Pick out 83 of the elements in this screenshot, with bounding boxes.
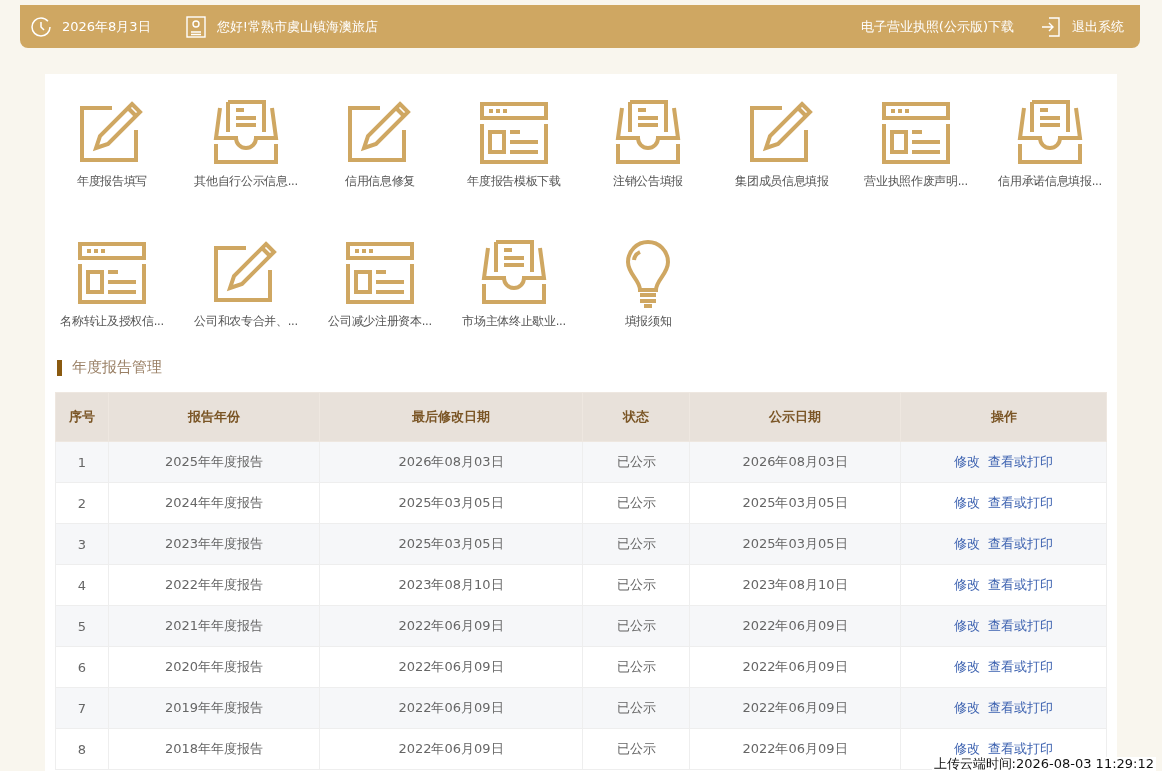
table-cell: 2025年03月05日: [689, 523, 901, 565]
view-print-link[interactable]: 查看或打印: [988, 659, 1053, 674]
table-cell: 2019年年度报告: [108, 687, 320, 729]
table-cell: 2023年08月10日: [319, 564, 583, 606]
shortcut-link[interactable]: 公司减少注册资本...: [328, 314, 432, 329]
table-cell: 已公示: [582, 646, 690, 688]
table-cell: 7: [55, 687, 109, 729]
edit-link[interactable]: 修改: [954, 659, 980, 674]
table-cell: 6: [55, 646, 109, 688]
table-cell: 2022年06月09日: [319, 605, 583, 647]
table-cell: 已公示: [582, 687, 690, 729]
table-cell: 已公示: [582, 728, 690, 770]
table-cell: 已公示: [582, 523, 690, 565]
table-cell: 2018年年度报告: [108, 728, 320, 770]
shortcut-link[interactable]: 营业执照作废声明...: [864, 174, 968, 189]
shortcut-link[interactable]: 信用信息修复: [344, 174, 416, 189]
table-cell: 3: [55, 523, 109, 565]
table-cell: 2: [55, 482, 109, 524]
shortcut-link[interactable]: 信用承诺信息填报...: [998, 174, 1102, 189]
upload-timestamp: 上传云端时间:2026-08-03 11:29:12: [931, 757, 1156, 771]
table-cell: 2022年年度报告: [108, 564, 320, 606]
table-cell: 2022年06月09日: [689, 605, 901, 647]
clock-icon: [30, 15, 52, 38]
table-cell: 4: [55, 564, 109, 606]
table-cell: 已公示: [582, 482, 690, 524]
view-print-link[interactable]: 查看或打印: [988, 536, 1053, 551]
table-cell: 2023年08月10日: [689, 564, 901, 606]
shortcut-link[interactable]: 年度报告填写: [76, 174, 148, 189]
table-cell: 2022年06月09日: [319, 687, 583, 729]
table-cell: 2022年06月09日: [689, 646, 901, 688]
shortcut-link[interactable]: 名称转让及授权信...: [60, 314, 164, 329]
column-header: 序号: [55, 392, 109, 442]
table-cell: 已公示: [582, 605, 690, 647]
view-print-link[interactable]: 查看或打印: [988, 618, 1053, 633]
table-cell: 2025年03月05日: [319, 523, 583, 565]
edit-link[interactable]: 修改: [954, 618, 980, 633]
column-header: 公示日期: [689, 392, 901, 442]
table-cell: 2026年08月03日: [689, 441, 901, 483]
current-date: 2026年8月3日: [62, 17, 151, 36]
view-print-link[interactable]: 查看或打印: [988, 454, 1053, 469]
table-cell: 已公示: [582, 441, 690, 483]
shortcut-link[interactable]: 公司和农专合并、...: [194, 314, 298, 329]
table-cell: 2022年06月09日: [689, 728, 901, 770]
greeting-text: 您好!常熟市虞山镇海澳旅店: [216, 17, 378, 36]
shortcut-link[interactable]: 注销公告填报: [612, 174, 684, 189]
shortcut-link[interactable]: 其他自行公示信息...: [194, 174, 298, 189]
view-print-link[interactable]: 查看或打印: [988, 700, 1053, 715]
table-cell: 2025年年度报告: [108, 441, 320, 483]
shortcut-link[interactable]: 年度报告模板下载: [467, 174, 561, 189]
table-cell: 2026年08月03日: [319, 441, 583, 483]
shortcut-link[interactable]: 集团成员信息填报: [735, 174, 829, 189]
column-header: 操作: [900, 392, 1107, 442]
column-header: 最后修改日期: [319, 392, 583, 442]
view-print-link[interactable]: 查看或打印: [988, 577, 1053, 592]
table-cell: 5: [55, 605, 109, 647]
edit-link[interactable]: 修改: [954, 700, 980, 715]
section-marker: [57, 359, 62, 376]
edit-link[interactable]: 修改: [954, 577, 980, 592]
logout-icon: [1040, 15, 1062, 38]
view-print-link[interactable]: 查看或打印: [988, 495, 1053, 510]
table-cell: 8: [55, 728, 109, 770]
table-cell: 1: [55, 441, 109, 483]
shortcut-link[interactable]: 市场主体终止歇业...: [462, 314, 566, 329]
edit-link[interactable]: 修改: [954, 454, 980, 469]
table-cell: 2023年年度报告: [108, 523, 320, 565]
shortcut-link[interactable]: 填报须知: [624, 314, 672, 329]
table-cell: 已公示: [582, 564, 690, 606]
section-title: 年度报告管理: [72, 358, 162, 377]
column-header: 报告年份: [108, 392, 320, 442]
table-cell: 2022年06月09日: [319, 646, 583, 688]
column-header: 状态: [582, 392, 690, 442]
view-print-link[interactable]: 查看或打印: [988, 741, 1053, 756]
edit-link[interactable]: 修改: [954, 495, 980, 510]
table-cell: 2022年06月09日: [689, 687, 901, 729]
table-cell: 2022年06月09日: [319, 728, 583, 770]
edit-link[interactable]: 修改: [954, 536, 980, 551]
user-icon: [184, 15, 207, 38]
table-cell: 2025年03月05日: [689, 482, 901, 524]
table-cell: 2020年年度报告: [108, 646, 320, 688]
table-cell: 2025年03月05日: [319, 482, 583, 524]
table-cell: 2024年年度报告: [108, 482, 320, 524]
table-cell: 2021年年度报告: [108, 605, 320, 647]
edit-link[interactable]: 修改: [954, 741, 980, 756]
